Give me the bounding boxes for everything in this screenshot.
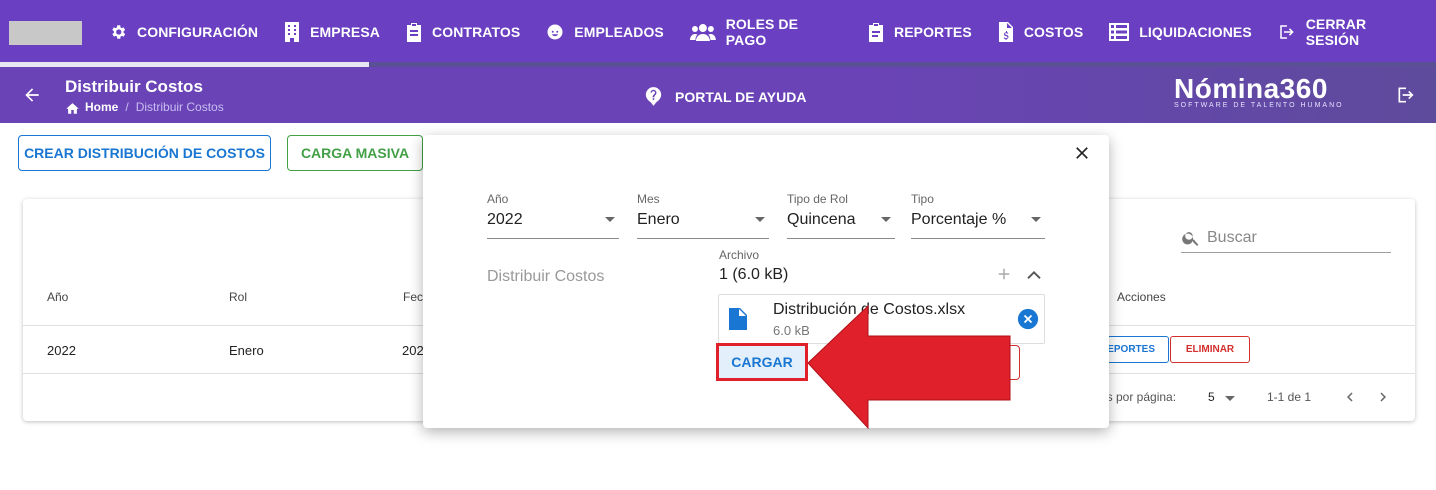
chevron-down-icon — [605, 217, 615, 222]
month-select-value: Enero — [637, 211, 680, 228]
nav-label-configuracion: CONFIGURACIÓN — [137, 24, 259, 40]
brand-logo: Nómina360 SOFTWARE DE TALENTO HUMANO — [1174, 73, 1344, 109]
exit-icon[interactable] — [1396, 85, 1416, 105]
rows-per-page-select[interactable]: 5 — [1208, 390, 1215, 404]
month-select-label: Mes — [637, 192, 660, 206]
rows-per-page-label: as por página: — [1100, 390, 1177, 404]
bulk-upload-button[interactable]: CARGA MASIVA — [287, 135, 423, 171]
year-select-label: Año — [487, 192, 509, 206]
nav-item-reportes[interactable]: REPORTES — [855, 0, 985, 64]
cancel-button[interactable]: ANCELAR — [921, 345, 1020, 380]
search-icon — [1182, 231, 1199, 246]
company-logo-placeholder — [9, 21, 82, 45]
column-header-rol[interactable]: Rol — [229, 290, 247, 304]
cell-year: 2022 — [47, 343, 76, 358]
month-select[interactable]: Mes Enero — [637, 192, 769, 239]
create-cost-distribution-button[interactable]: CREAR DISTRIBUCIÓN DE COSTOS — [18, 135, 271, 171]
file-input-label: Archivo — [719, 248, 760, 262]
year-select[interactable]: Año 2022 — [487, 192, 619, 239]
nav-label-cerrar-sesion: CERRAR SESIÓN — [1305, 16, 1367, 48]
nav-label-empleados: EMPLEADOS — [574, 24, 664, 40]
file-count-summary[interactable]: 1 (6.0 kB) — [719, 266, 788, 284]
nav-label-liquidaciones: LIQUIDACIONES — [1139, 24, 1252, 40]
logout-icon — [1280, 25, 1294, 39]
file-size: 6.0 kB — [773, 323, 810, 338]
gear-icon — [112, 25, 126, 39]
cell-fecha: 202 — [402, 343, 424, 358]
delete-button[interactable]: ELIMINAR — [1170, 336, 1250, 363]
breadcrumb: Home / Distribuir Costos — [65, 100, 224, 114]
page-title: Distribuir Costos — [65, 77, 203, 96]
column-header-fecha[interactable]: Fec — [403, 290, 423, 304]
column-header-acciones: Acciones — [1117, 290, 1166, 304]
document-icon — [729, 308, 747, 330]
nav-items: CONFIGURACIÓN EMPRESA CONTRATOS EMPLEADO… — [96, 0, 1436, 64]
nav-item-configuracion[interactable]: CONFIGURACIÓN — [96, 0, 271, 64]
face-icon — [547, 24, 563, 40]
role-type-select[interactable]: Tipo de Rol Quincena — [787, 192, 895, 239]
type-select[interactable]: Tipo Porcentaje % — [911, 192, 1045, 239]
page-header: Distribuir Costos Home / Distribuir Cost… — [0, 67, 1436, 123]
cost-file-icon — [998, 22, 1013, 42]
search-field[interactable]: Buscar — [1181, 223, 1391, 253]
clipboard-icon — [407, 23, 422, 42]
nav-label-reportes: REPORTES — [893, 24, 972, 40]
report-icon — [868, 23, 883, 42]
cell-rol: Enero — [229, 343, 264, 358]
back-arrow-icon[interactable] — [22, 85, 42, 105]
nav-item-roles-de-pago[interactable]: ROLES DE PAGO — [677, 0, 855, 64]
breadcrumb-separator: / — [125, 100, 129, 114]
rows-per-page-caret-icon[interactable] — [1225, 396, 1235, 401]
remove-file-icon[interactable] — [1017, 308, 1039, 330]
nav-label-empresa: EMPRESA — [310, 24, 381, 40]
type-select-label: Tipo — [911, 192, 934, 206]
breadcrumb-current: Distribuir Costos — [135, 100, 224, 114]
nav-item-empresa[interactable]: EMPRESA — [271, 0, 393, 64]
nav-label-roles-de-pago: ROLES DE PAGO — [725, 16, 799, 48]
type-select-value: Porcentaje % — [911, 211, 1007, 228]
home-icon — [66, 102, 79, 114]
nav-item-cerrar-sesion[interactable]: CERRAR SESIÓN — [1265, 0, 1436, 64]
column-header-anio[interactable]: Año — [47, 290, 68, 304]
cost-distribution-dialog: Año 2022 Mes Enero Tipo de Rol Quincena … — [423, 135, 1109, 428]
building-icon — [285, 22, 300, 42]
file-name: Distribución de Costos.xlsx — [773, 301, 966, 318]
nav-label-contratos: CONTRATOS — [432, 24, 521, 40]
distribute-costs-label: Distribuir Costos — [487, 268, 605, 285]
nav-item-empleados[interactable]: EMPLEADOS — [533, 0, 677, 64]
role-type-select-label: Tipo de Rol — [787, 192, 848, 206]
breadcrumb-home[interactable]: Home — [85, 100, 118, 114]
list-icon — [1109, 23, 1130, 41]
brand-tagline: SOFTWARE DE TALENTO HUMANO — [1174, 102, 1344, 109]
group-icon — [689, 24, 716, 41]
brand-name: Nómina360 — [1174, 73, 1328, 104]
add-file-icon[interactable] — [995, 265, 1013, 283]
nav-label-costos: COSTOS — [1023, 24, 1084, 40]
top-navigation-bar: CONFIGURACIÓN EMPRESA CONTRATOS EMPLEADO… — [0, 0, 1436, 67]
upload-button[interactable]: CARGAR — [716, 343, 808, 381]
chevron-down-icon — [1031, 217, 1041, 222]
search-placeholder: Buscar — [1207, 228, 1257, 246]
help-portal-label: PORTAL DE AYUDA — [675, 88, 807, 105]
chevron-down-icon — [755, 217, 765, 222]
chevron-down-icon — [881, 217, 891, 222]
close-icon[interactable] — [1072, 143, 1092, 163]
uploaded-file-item: Distribución de Costos.xlsx 6.0 kB — [718, 294, 1045, 344]
nav-item-contratos[interactable]: CONTRATOS — [393, 0, 533, 64]
nav-item-liquidaciones[interactable]: LIQUIDACIONES — [1096, 0, 1265, 64]
help-pin-icon — [645, 87, 662, 106]
previous-page-icon[interactable] — [1341, 388, 1359, 406]
nav-item-costos[interactable]: COSTOS — [985, 0, 1096, 64]
pagination-range: 1-1 de 1 — [1267, 390, 1312, 404]
role-type-select-value: Quincena — [787, 211, 856, 228]
year-select-value: 2022 — [487, 211, 523, 228]
help-portal-link[interactable]: PORTAL DE AYUDA — [645, 87, 806, 106]
next-page-icon[interactable] — [1374, 388, 1392, 406]
chevron-up-icon[interactable] — [1026, 269, 1042, 281]
